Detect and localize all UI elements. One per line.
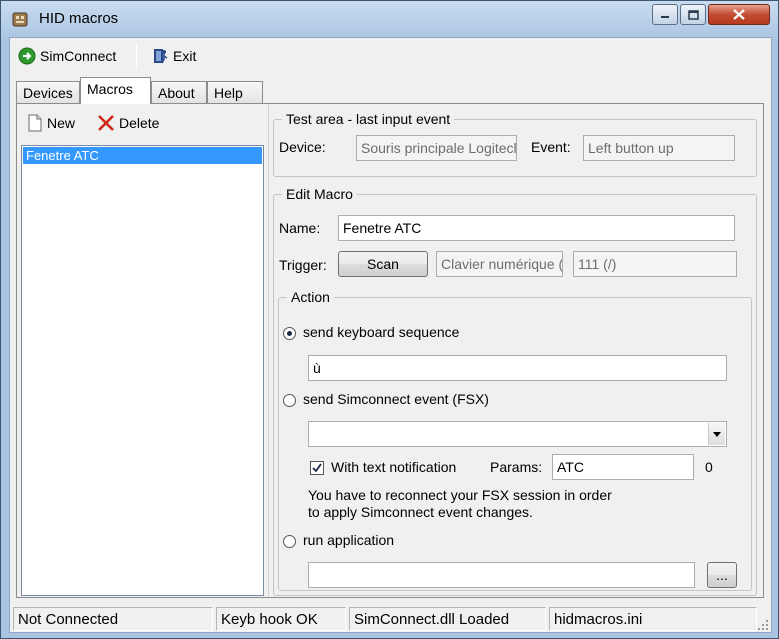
checkmark-icon [312, 463, 322, 473]
reconnect-note-line-1: You have to reconnect your FSX session i… [308, 487, 612, 503]
simconnect-label: SimConnect [40, 48, 117, 64]
minimize-icon [661, 15, 669, 18]
window-title: HID macros [39, 10, 119, 27]
run-application-radio[interactable] [283, 535, 296, 548]
maximize-icon [687, 9, 699, 20]
params-field[interactable]: ATC [552, 454, 694, 480]
app-window: HID macros SimConnect Exit Devices Macro… [0, 0, 779, 639]
scan-button[interactable]: Scan [338, 251, 428, 277]
trigger-device-field[interactable]: Clavier numérique ( [436, 251, 563, 277]
new-macro-button[interactable]: New [27, 114, 75, 132]
exit-door-icon [154, 49, 168, 64]
status-simconnect-dll: SimConnect.dll Loaded [349, 607, 546, 631]
close-icon [733, 9, 745, 20]
toolbar-separator [136, 44, 137, 70]
trigger-label: Trigger: [279, 257, 327, 273]
text-notification-label[interactable]: With text notification [331, 459, 456, 475]
dropdown-arrow-icon[interactable] [708, 423, 725, 445]
run-application-label[interactable]: run application [303, 532, 394, 548]
exit-button[interactable]: Exit [151, 47, 196, 65]
delete-label: Delete [119, 115, 160, 131]
list-item[interactable]: Fenetre ATC [23, 147, 262, 164]
edit-macro-group: Edit Macro Name: Fenetre ATC Trigger: Sc… [273, 186, 757, 596]
test-area-group: Test area - last input event Device: Sou… [273, 111, 757, 177]
action-group: Action send keyboard sequence ù send Sim… [278, 289, 752, 591]
reconnect-note-line-2: to apply Simconnect event changes. [308, 504, 533, 520]
tab-help[interactable]: Help [207, 81, 263, 103]
client-area: SimConnect Exit Devices Macros About Hel… [9, 37, 772, 633]
maximize-button[interactable] [680, 4, 706, 25]
status-bar: Not Connected Keyb hook OK SimConnect.dl… [10, 605, 771, 633]
status-keyboard-hook: Keyb hook OK [216, 607, 346, 631]
connect-icon [18, 47, 36, 65]
device-label: Device: [279, 139, 326, 155]
params-count: 0 [705, 459, 713, 475]
application-path-field[interactable] [308, 562, 695, 588]
macro-name-field[interactable]: Fenetre ATC [338, 215, 735, 241]
trigger-key-field[interactable]: 111 (/) [573, 251, 737, 277]
tab-macros[interactable]: Macros [80, 77, 151, 104]
test-area-title: Test area - last input event [282, 111, 455, 127]
status-connection: Not Connected [13, 607, 213, 631]
browse-button[interactable]: ... [707, 562, 737, 588]
event-field[interactable]: Left button up [583, 135, 735, 161]
main-toolbar: SimConnect Exit [10, 38, 771, 74]
simconnect-button[interactable]: SimConnect [18, 47, 116, 65]
keyboard-sequence-field[interactable]: ù [308, 355, 727, 381]
simconnect-event-select[interactable] [308, 421, 727, 447]
send-simconnect-label[interactable]: send Simconnect event (FSX) [303, 391, 489, 407]
send-keyboard-label[interactable]: send keyboard sequence [303, 324, 459, 340]
text-notification-checkbox[interactable] [310, 461, 324, 475]
name-label: Name: [279, 220, 321, 236]
new-label: New [47, 115, 76, 131]
tab-devices[interactable]: Devices [16, 81, 80, 103]
exit-label: Exit [173, 48, 197, 64]
status-ini-file: hidmacros.ini [549, 607, 757, 631]
macros-panel: New Delete Fenetre ATC Test area - last … [16, 103, 764, 598]
minimize-button[interactable] [652, 4, 678, 25]
send-simconnect-radio[interactable] [283, 394, 296, 407]
delete-macro-button[interactable]: Delete [97, 114, 159, 132]
device-field[interactable]: Souris principale Logitecl [356, 135, 517, 161]
edit-macro-title: Edit Macro [282, 186, 357, 202]
delete-x-icon [98, 115, 114, 131]
macro-list[interactable]: Fenetre ATC [21, 145, 264, 596]
close-button[interactable] [708, 4, 770, 25]
resize-grip-icon[interactable] [757, 619, 769, 631]
title-bar[interactable]: HID macros [1, 1, 778, 37]
event-label: Event: [531, 139, 571, 155]
params-label: Params: [490, 459, 543, 475]
new-document-icon [28, 114, 42, 132]
app-icon [12, 12, 28, 27]
tab-about[interactable]: About [151, 81, 207, 103]
action-title: Action [287, 289, 334, 305]
send-keyboard-radio[interactable] [283, 327, 296, 340]
